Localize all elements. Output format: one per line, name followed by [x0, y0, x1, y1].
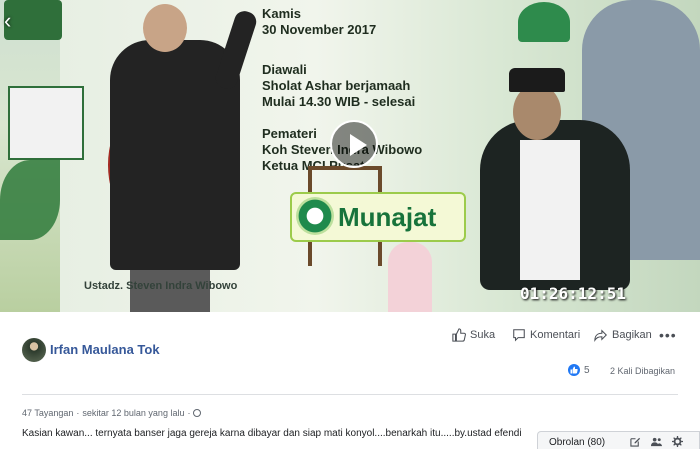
chat-dock[interactable]: Obrolan (80) — [537, 431, 700, 449]
post-meta: 47 Tayangan · sekitar 12 bulan yang lalu… — [22, 408, 202, 418]
comment-label: Komentari — [530, 329, 581, 341]
previous-arrow-icon[interactable]: ‹ — [4, 8, 16, 34]
gear-icon[interactable] — [672, 436, 683, 447]
child-figure — [388, 242, 432, 312]
like-button[interactable]: Suka — [452, 328, 495, 342]
peci-cap — [509, 68, 565, 92]
compose-icon[interactable] — [630, 436, 641, 447]
munajat-text: Munajat — [338, 202, 437, 232]
share-label: Bagikan — [612, 329, 652, 341]
share-arrow-icon — [594, 329, 607, 342]
munajat-sign: Munajat — [290, 192, 466, 242]
speaker-caption: Ustadz. Steven Indra Wibowo — [84, 280, 238, 292]
play-button[interactable] — [330, 120, 378, 168]
video-timecode: 01:26:12:51 — [520, 284, 626, 303]
share-button[interactable]: Bagikan — [594, 328, 652, 342]
chat-label[interactable]: Obrolan (80) — [549, 437, 605, 448]
mualaf-center-logo — [8, 86, 84, 160]
munajat-logo-icon — [296, 197, 334, 235]
play-icon — [350, 134, 367, 156]
mualaf-center-logo-right — [518, 2, 570, 42]
avatar[interactable] — [22, 338, 46, 362]
globe-icon — [193, 409, 202, 417]
meta-separator: · — [187, 408, 191, 418]
author-name-link[interactable]: Irfan Maulana Tok — [50, 342, 160, 357]
reaction-summary[interactable]: 5 — [568, 364, 590, 376]
meta-separator: · — [76, 408, 80, 418]
seated-man-shirt — [520, 140, 580, 280]
thumbs-up-icon — [452, 328, 466, 342]
post-timestamp[interactable]: sekitar 12 bulan yang lalu — [82, 408, 184, 418]
like-label: Suka — [470, 329, 496, 341]
people-icon[interactable] — [651, 436, 662, 447]
view-count: 47 Tayangan — [22, 408, 74, 418]
speaker-head — [143, 4, 187, 52]
divider — [22, 394, 678, 395]
reaction-count: 5 — [584, 364, 590, 376]
banner-date: Kamis 30 November 2017 — [262, 6, 377, 37]
post-description: Kasian kawan... ternyata banser jaga ger… — [22, 428, 522, 439]
seated-man-head — [513, 84, 561, 140]
banner-schedule: Diawali Sholat Ashar berjamaah Mulai 14.… — [262, 62, 416, 109]
like-reaction-icon — [568, 364, 580, 376]
plant-decoration — [0, 160, 60, 240]
more-options-button[interactable]: ••• — [659, 327, 677, 343]
share-count[interactable]: 2 Kali Dibagikan — [610, 366, 675, 376]
comment-button[interactable]: Komentari — [512, 328, 580, 342]
comment-icon — [513, 329, 525, 342]
video-player[interactable]: Kamis 30 November 2017 Diawali Sholat As… — [0, 0, 700, 312]
